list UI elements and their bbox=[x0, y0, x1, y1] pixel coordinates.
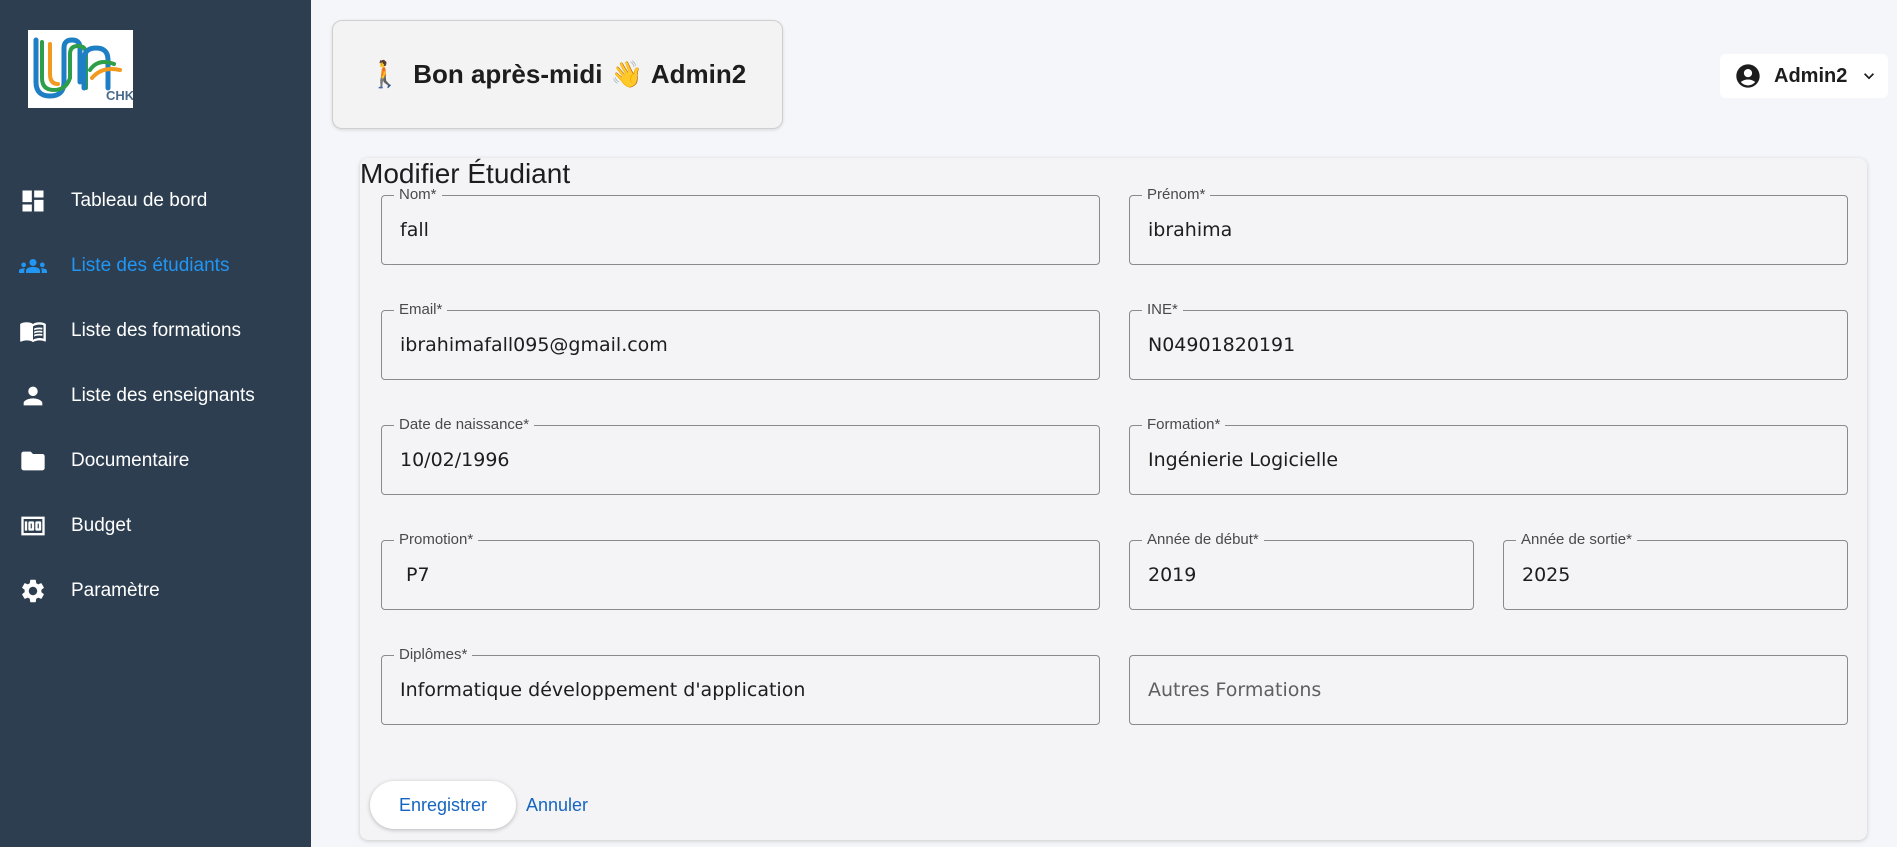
annee-sortie-field: Année de sortie* bbox=[1503, 532, 1848, 610]
logo-image: CHK bbox=[33, 37, 133, 103]
sidebar-item-label: Liste des étudiants bbox=[71, 254, 230, 276]
edit-student-form: Modifier Étudiant Nom* Prénom* Email* IN… bbox=[360, 158, 1867, 840]
waving-hand-icon: 👋 bbox=[610, 59, 643, 89]
ine-field: INE* bbox=[1129, 302, 1848, 380]
greeting-card: 🚶 Bon après-midi 👋 Admin2 bbox=[332, 20, 783, 129]
email-field: Email* bbox=[381, 302, 1100, 380]
nom-input[interactable] bbox=[400, 196, 1081, 264]
annee-debut-field: Année de début* bbox=[1129, 532, 1474, 610]
folder-icon bbox=[19, 447, 47, 475]
sidebar-nav: Tableau de bord Liste des étudiants List… bbox=[0, 168, 311, 623]
person-icon bbox=[19, 382, 47, 410]
formation-field: Formation* bbox=[1129, 417, 1848, 495]
user-menu-button[interactable]: Admin2 bbox=[1720, 54, 1888, 98]
sidebar-item-teachers[interactable]: Liste des enseignants bbox=[0, 363, 311, 428]
greeting-name: Admin2 bbox=[650, 59, 747, 89]
save-button[interactable]: Enregistrer bbox=[370, 781, 516, 829]
user-name: Admin2 bbox=[1774, 64, 1848, 87]
book-icon bbox=[19, 317, 47, 345]
greeting-text: Bon après-midi bbox=[413, 59, 603, 89]
sidebar-item-label: Liste des enseignants bbox=[71, 384, 255, 406]
gear-icon bbox=[19, 577, 47, 605]
cancel-button[interactable]: Annuler bbox=[526, 781, 588, 829]
account-circle-icon bbox=[1734, 62, 1762, 90]
annee-debut-input[interactable] bbox=[1148, 541, 1455, 609]
autres-formations-input[interactable] bbox=[1148, 656, 1829, 724]
sidebar-item-documents[interactable]: Documentaire bbox=[0, 428, 311, 493]
autres-formations-field bbox=[1129, 655, 1848, 725]
date-naissance-field: Date de naissance* bbox=[381, 417, 1100, 495]
sidebar: CHK Tableau de bord Liste des étudiants … bbox=[0, 0, 311, 847]
people-icon bbox=[19, 252, 47, 280]
prenom-input[interactable] bbox=[1148, 196, 1829, 264]
sidebar-item-label: Liste des formations bbox=[71, 319, 242, 341]
walking-person-icon: 🚶 bbox=[368, 59, 402, 89]
money-icon bbox=[19, 512, 47, 540]
app-logo[interactable]: CHK bbox=[28, 30, 133, 108]
sidebar-item-label: Budget bbox=[71, 514, 132, 536]
prenom-field: Prénom* bbox=[1129, 187, 1848, 265]
sidebar-item-label: Tableau de bord bbox=[71, 189, 208, 211]
dashboard-icon bbox=[19, 187, 47, 215]
sidebar-item-students[interactable]: Liste des étudiants bbox=[0, 233, 311, 298]
annee-sortie-input[interactable] bbox=[1522, 541, 1829, 609]
diplomes-field: Diplômes* bbox=[381, 647, 1100, 725]
email-input[interactable] bbox=[400, 311, 1081, 379]
sidebar-item-label: Documentaire bbox=[71, 449, 190, 471]
ine-input[interactable] bbox=[1148, 311, 1829, 379]
promotion-field: Promotion* bbox=[381, 532, 1100, 610]
sidebar-item-formations[interactable]: Liste des formations bbox=[0, 298, 311, 363]
formation-input[interactable] bbox=[1148, 426, 1829, 494]
sidebar-item-budget[interactable]: Budget bbox=[0, 493, 311, 558]
promotion-input[interactable] bbox=[400, 541, 1081, 609]
form-title: Modifier Étudiant bbox=[360, 158, 571, 189]
sidebar-item-settings[interactable]: Paramètre bbox=[0, 558, 311, 623]
sidebar-item-dashboard[interactable]: Tableau de bord bbox=[0, 168, 311, 233]
diplomes-input[interactable] bbox=[400, 656, 1081, 724]
sidebar-item-label: Paramètre bbox=[71, 579, 160, 601]
date-naissance-input[interactable] bbox=[400, 426, 1081, 494]
chevron-down-icon bbox=[1859, 66, 1879, 86]
svg-text:CHK: CHK bbox=[106, 88, 133, 103]
nom-field: Nom* bbox=[381, 187, 1100, 265]
